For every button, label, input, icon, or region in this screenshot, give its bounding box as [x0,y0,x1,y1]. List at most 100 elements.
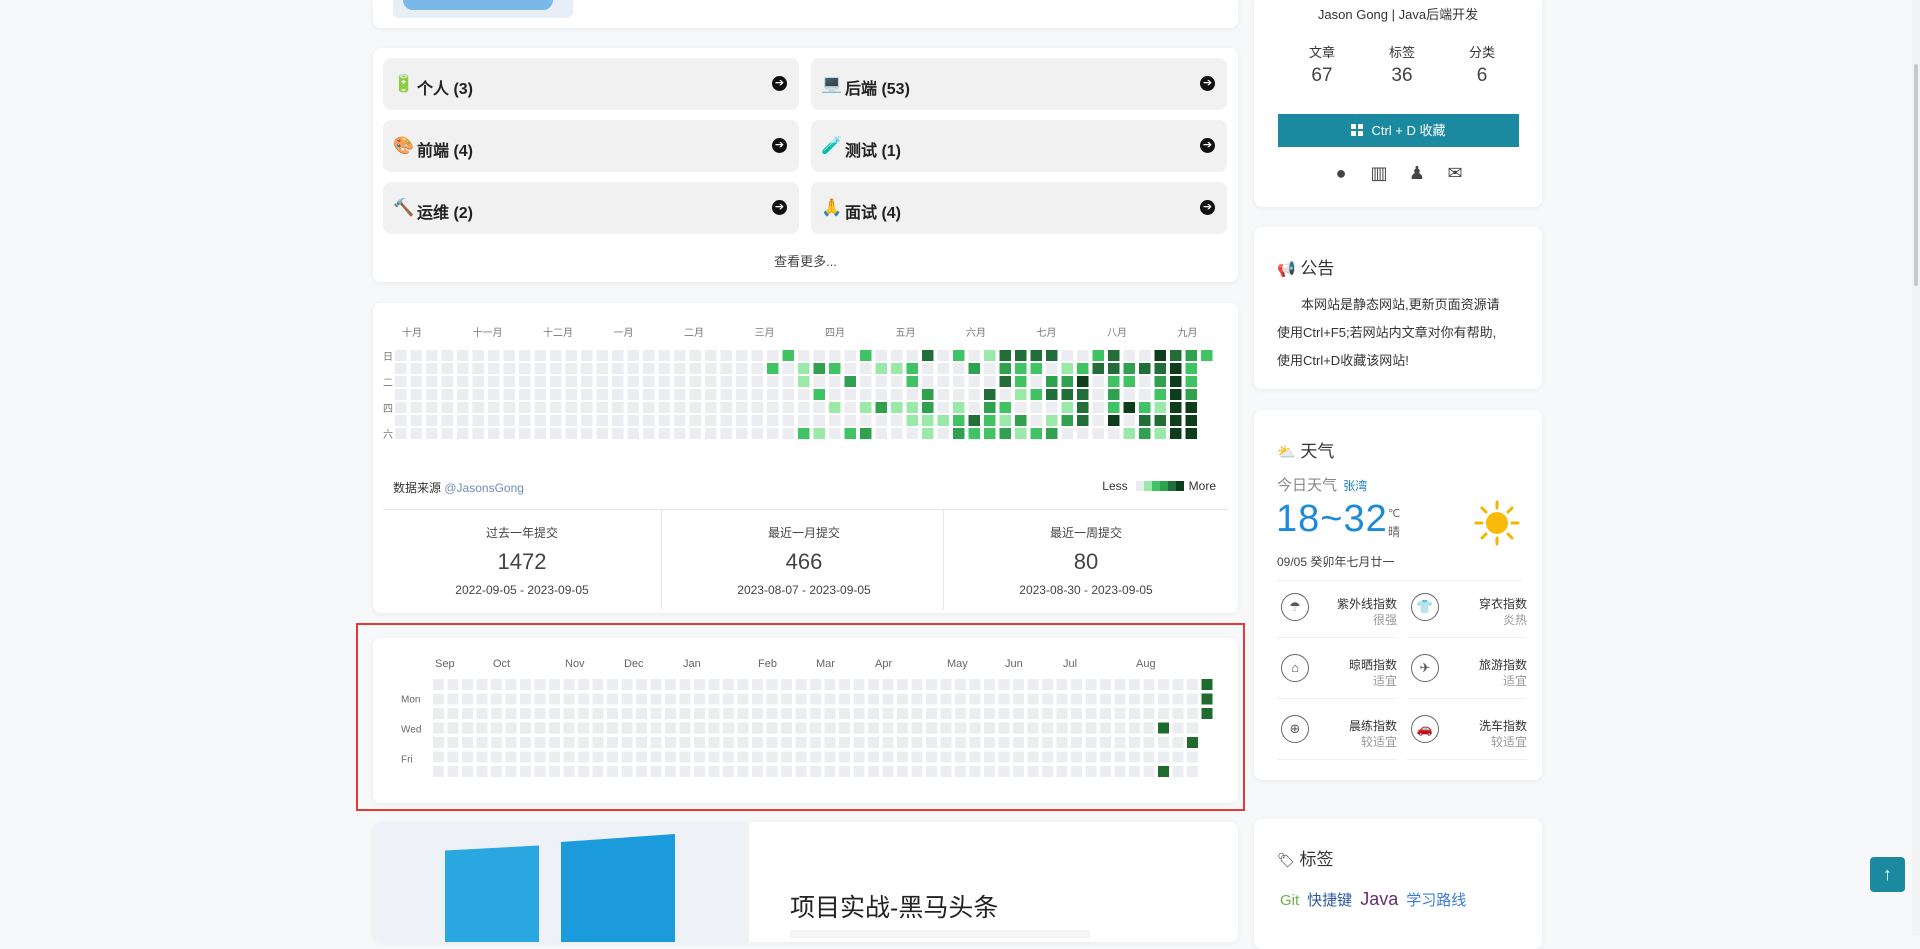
contribution-cell[interactable] [447,737,459,748]
contribution-cell[interactable] [578,679,589,690]
contribution-cell[interactable] [1085,708,1097,719]
contribution-cell[interactable] [795,737,807,748]
contribution-cell[interactable] [1085,722,1097,734]
contribution-cell[interactable] [824,737,836,748]
contribution-cell[interactable] [1061,350,1074,361]
contribution-cell[interactable] [1129,679,1140,690]
tag-link[interactable]: 学习路线 [1406,892,1466,909]
contribution-cell[interactable] [1185,363,1198,374]
contribution-cell[interactable] [824,708,836,719]
contribution-cell[interactable] [766,722,778,734]
contribution-cell[interactable] [984,737,995,748]
contribution-cell[interactable] [607,737,618,748]
contribution-cell[interactable] [643,402,655,413]
contribution-cell[interactable] [868,722,879,734]
contribution-cell[interactable] [810,722,821,734]
contribution-cell[interactable] [503,376,516,387]
contribution-cell[interactable] [868,693,879,705]
contribution-cell[interactable] [937,350,950,361]
contribution-cell[interactable] [1129,708,1140,719]
contribution-cell[interactable] [868,751,879,763]
contribution-cell[interactable] [1027,693,1039,705]
contribution-cell[interactable] [689,363,702,374]
contribution-cell[interactable] [491,679,502,690]
contribution-cell[interactable] [737,737,749,748]
contribution-cell[interactable] [767,350,779,361]
contribution-cell[interactable] [723,708,734,719]
contribution-cell[interactable] [1114,679,1126,690]
contribution-cell[interactable] [955,737,966,748]
contribution-cell[interactable] [798,376,810,387]
contribution-cell[interactable] [766,708,778,719]
contribution-cell[interactable] [1085,751,1097,763]
contribution-cell[interactable] [782,389,795,400]
contribution-cell[interactable] [462,737,473,748]
contribution-cell[interactable] [441,350,454,361]
contribution-cell[interactable] [1030,363,1043,374]
contribution-cell[interactable] [689,376,702,387]
contribution-cell[interactable] [798,402,810,413]
contribution-cell[interactable] [781,679,792,690]
contribution-cell[interactable] [1071,751,1082,763]
contribution-cell[interactable] [999,376,1012,387]
contribution-cell[interactable] [810,693,821,705]
contribution-cell[interactable] [665,679,676,690]
contribution-cell[interactable] [519,428,531,439]
contribution-cell[interactable] [998,679,1010,690]
category-item[interactable]: 🔋 个人 (3) ➔ [383,58,799,110]
contribution-cell[interactable] [472,428,485,439]
contribution-cell[interactable] [813,402,826,413]
contribution-cell[interactable] [1139,350,1151,361]
contribution-cell[interactable] [998,737,1010,748]
contribution-cell[interactable] [503,415,516,426]
contribution-cell[interactable] [829,428,841,439]
contribution-cell[interactable] [1108,376,1120,387]
contribution-cell[interactable] [1170,428,1182,439]
contribution-cell[interactable] [844,376,857,387]
contribution-cell[interactable] [1071,766,1082,777]
contribution-cell[interactable] [1030,428,1043,439]
contribution-cell[interactable] [798,428,810,439]
contribution-cell[interactable] [674,363,686,374]
contribution-cell[interactable] [767,415,779,426]
contribution-cell[interactable] [875,389,888,400]
contribution-cell[interactable] [1085,766,1097,777]
contribution-cell[interactable] [999,402,1012,413]
contribution-cell[interactable] [1114,722,1126,734]
contribution-cell[interactable] [488,350,500,361]
contribution-cell[interactable] [720,350,733,361]
contribution-cell[interactable] [1108,389,1120,400]
contribution-cell[interactable] [505,751,517,763]
contribution-cell[interactable] [868,708,879,719]
contribution-cell[interactable] [472,402,485,413]
contribution-cell[interactable] [621,693,633,705]
contribution-cell[interactable] [824,751,836,763]
contribution-cell[interactable] [462,766,473,777]
contribution-cell[interactable] [592,693,604,705]
contribution-cell[interactable] [736,350,748,361]
contribution-cell[interactable] [457,376,469,387]
profile-stat[interactable]: 文章 67 [1282,42,1362,87]
contribution-cell[interactable] [1077,415,1089,426]
tag-link[interactable]: 快捷键 [1307,892,1352,909]
contribution-cell[interactable] [1071,679,1082,690]
contribution-cell[interactable] [723,737,734,748]
contribution-cell[interactable] [829,402,841,413]
contribution-cell[interactable] [940,679,952,690]
contribution-cell[interactable] [1015,402,1027,413]
contribution-cell[interactable] [1201,350,1213,361]
view-more-link[interactable]: 查看更多... [373,251,1238,270]
contribution-cell[interactable] [1013,751,1024,763]
contribution-cell[interactable] [897,751,908,763]
contribution-cell[interactable] [1027,679,1039,690]
contribution-cell[interactable] [1027,737,1039,748]
contribution-cell[interactable] [1077,402,1089,413]
contribution-cell[interactable] [813,350,826,361]
contribution-cell[interactable] [737,679,749,690]
contribution-cell[interactable] [658,389,671,400]
contribution-cell[interactable] [519,363,531,374]
contribution-cell[interactable] [1092,363,1105,374]
contribution-cell[interactable] [940,751,952,763]
contribution-cell[interactable] [1172,679,1184,690]
contribution-cell[interactable] [891,389,903,400]
